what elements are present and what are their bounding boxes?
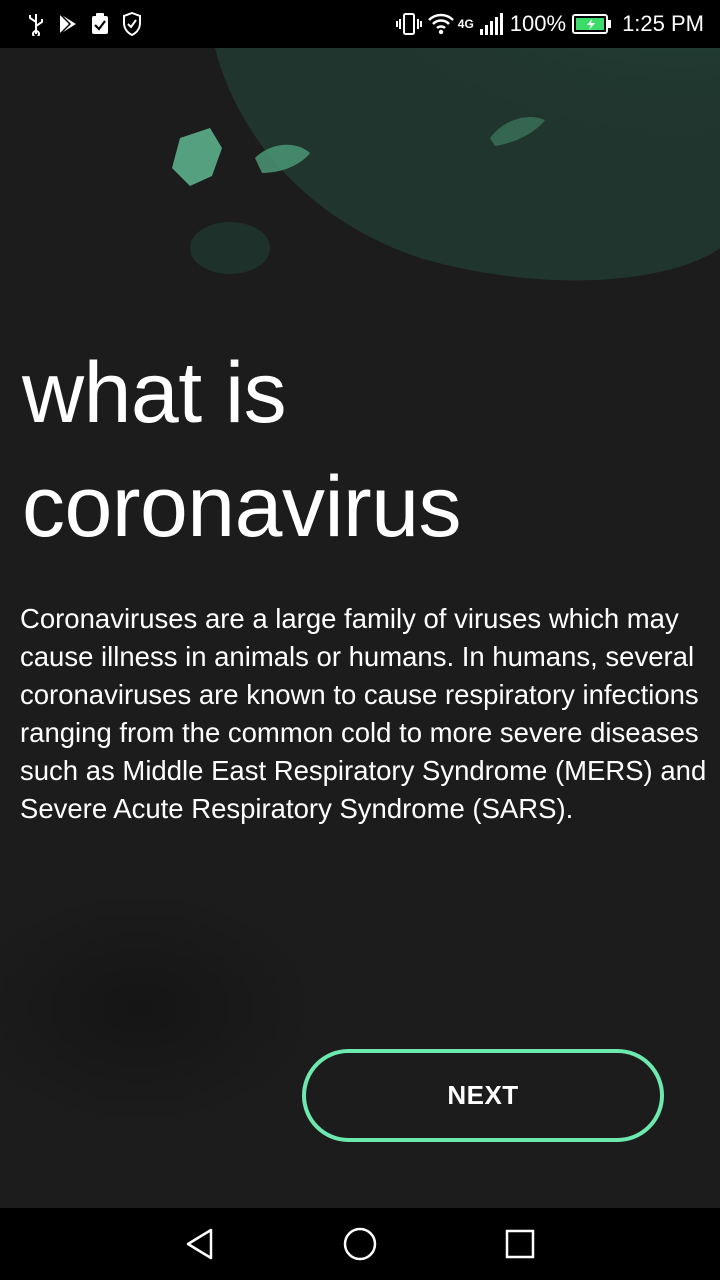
hero-background: what is coronavirus Coronaviruses are a … (0, 48, 720, 1208)
recents-button[interactable] (490, 1214, 550, 1274)
signal-icon (479, 13, 504, 35)
home-icon (343, 1227, 377, 1261)
status-bar: 4G 100% 1:25 PM (0, 0, 720, 48)
clock: 1:25 PM (622, 11, 704, 36)
navigation-bar (0, 1208, 720, 1280)
battery-percent: 100% (509, 11, 567, 36)
system-indicators: 4G 100% 1:25 PM (390, 11, 704, 37)
description-text: Coronaviruses are a large family of viru… (20, 603, 707, 824)
vibrate-icon (395, 12, 422, 36)
notification-icons (26, 12, 154, 36)
page-title: what is coronavirus (22, 336, 462, 564)
title-line-2: coronavirus (22, 459, 462, 555)
battery-icon (572, 13, 612, 35)
title-line-1: what is (22, 345, 287, 441)
clipboard-check-icon (90, 12, 110, 36)
network-type-label: 4G (457, 17, 474, 31)
home-button[interactable] (330, 1214, 390, 1274)
recents-icon (505, 1229, 535, 1259)
next-button[interactable]: NEXT (302, 1049, 664, 1142)
play-store-icon (58, 13, 78, 35)
shield-icon (122, 12, 142, 36)
back-icon (186, 1228, 213, 1260)
usb-icon (26, 12, 46, 36)
back-button[interactable] (170, 1214, 230, 1274)
wifi-icon (427, 13, 454, 35)
next-button-label: NEXT (447, 1080, 519, 1110)
